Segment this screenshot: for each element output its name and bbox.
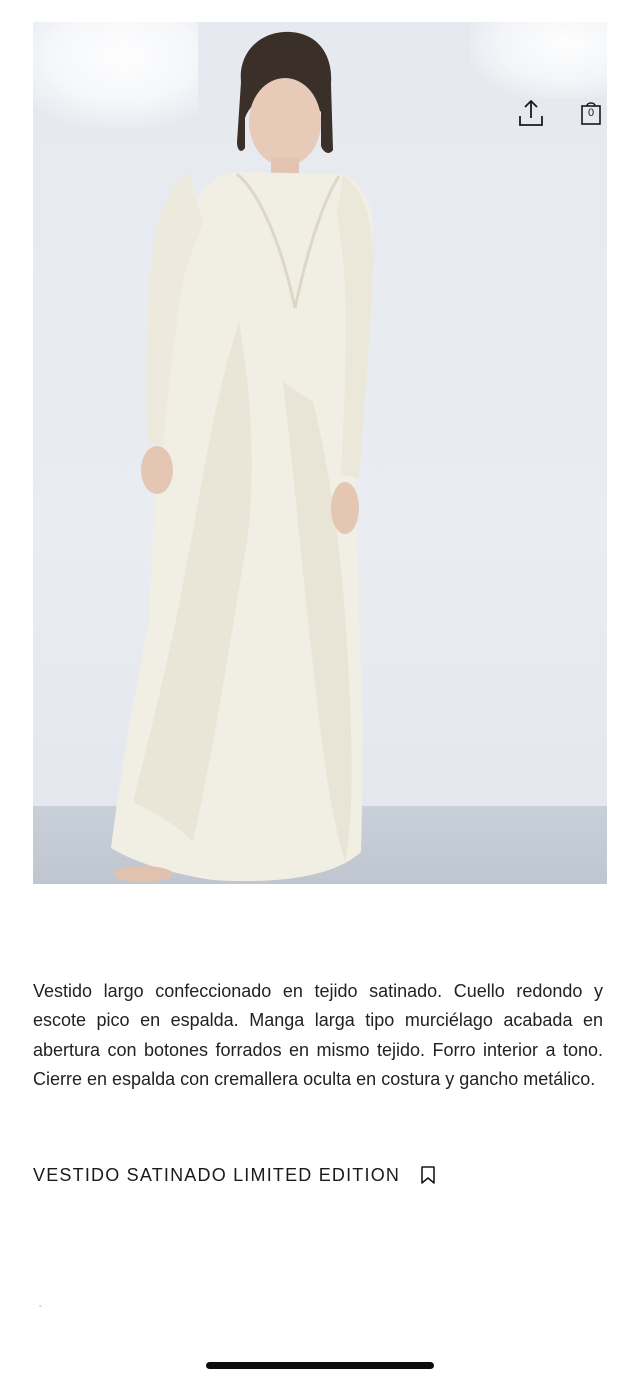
bookmark-icon — [421, 1166, 435, 1184]
divider-speck — [39, 1305, 42, 1307]
model-wearing-dress-illustration — [111, 31, 373, 882]
bookmark-button[interactable] — [418, 1163, 438, 1187]
share-icon — [519, 100, 543, 126]
product-description: Vestido largo confeccionado en tejido sa… — [33, 981, 603, 1090]
product-detail-page: 0 Vestido largo confeccionado en tejido … — [0, 0, 640, 1384]
bag-count: 0 — [587, 107, 595, 119]
share-button[interactable] — [514, 96, 548, 130]
product-image[interactable] — [33, 22, 607, 884]
product-title-row: VESTIDO SATINADO LIMITED EDITION — [33, 1162, 438, 1188]
shopping-bag-button[interactable]: 0 — [574, 96, 608, 130]
product-title: VESTIDO SATINADO LIMITED EDITION — [33, 1164, 401, 1185]
home-indicator[interactable] — [206, 1362, 434, 1369]
